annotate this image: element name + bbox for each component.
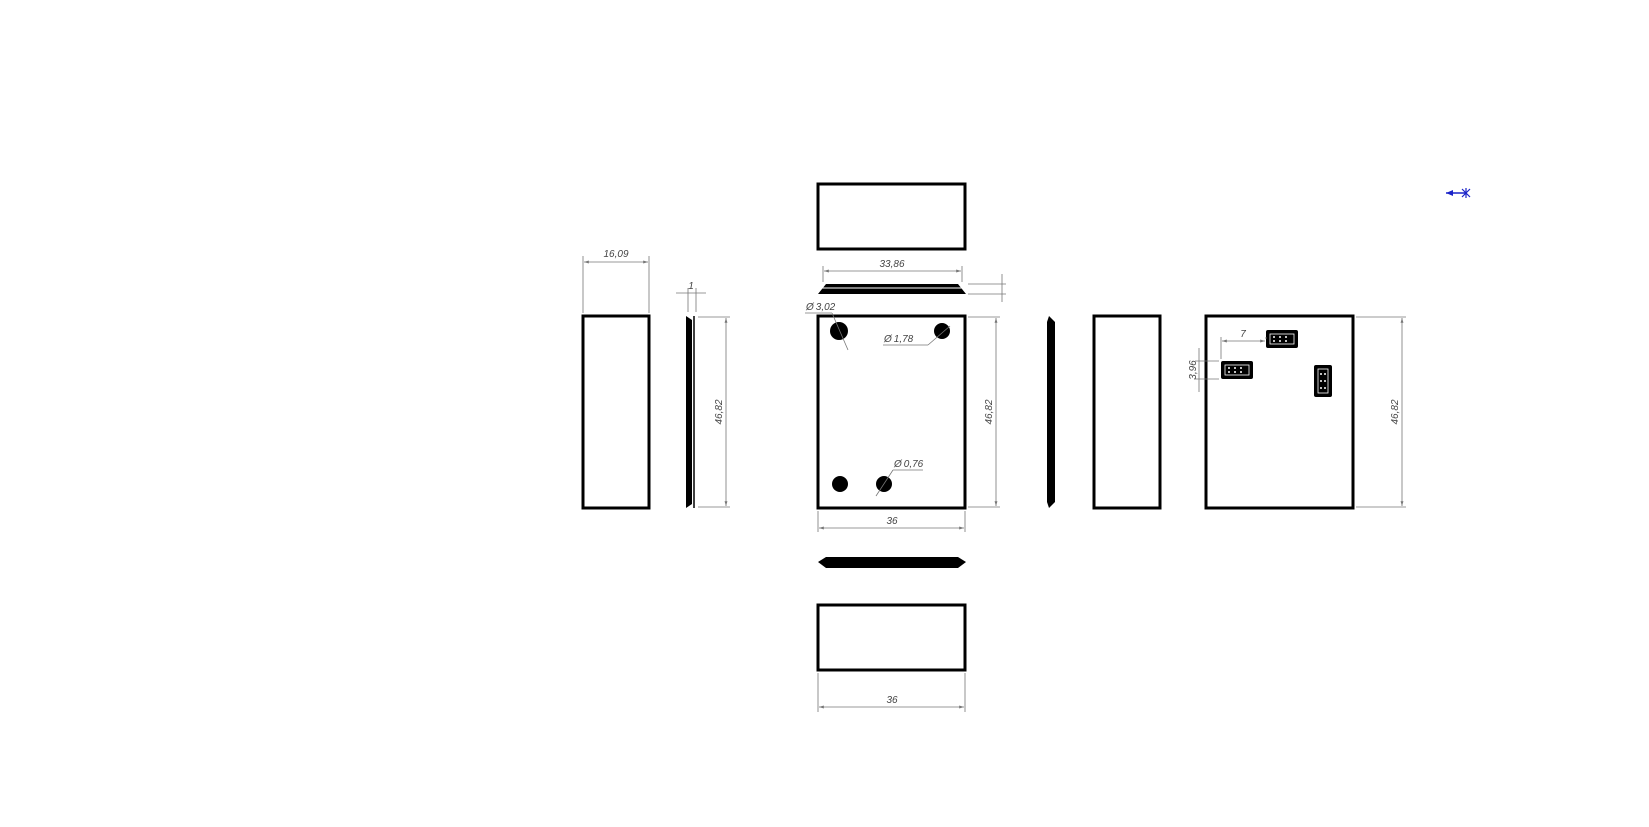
connector-pin bbox=[1324, 373, 1326, 375]
hole-medium bbox=[934, 323, 950, 339]
connector-pin bbox=[1324, 380, 1326, 382]
diameter-symbol: Ø bbox=[883, 334, 893, 345]
hole-medium-value: 1,78 bbox=[894, 334, 914, 345]
connector-pin bbox=[1285, 340, 1287, 342]
thin-view-thickness-dimension: 1 bbox=[688, 281, 694, 292]
diameter-symbol: Ø bbox=[893, 459, 903, 470]
connector-pin bbox=[1285, 336, 1287, 338]
connector-spacing-dimension: 7 bbox=[1240, 329, 1246, 340]
top-view bbox=[816, 182, 967, 251]
thin-panel-profile bbox=[1047, 316, 1055, 508]
hole-bottom-left bbox=[832, 476, 848, 492]
left-side-view: 16,09 bbox=[581, 249, 651, 510]
connector-pin bbox=[1228, 371, 1230, 373]
lid-profile bbox=[818, 284, 966, 294]
connector-body bbox=[1221, 361, 1253, 379]
bottom-view-outline bbox=[816, 603, 967, 672]
connector-pin bbox=[1320, 380, 1322, 382]
connector-body bbox=[1266, 330, 1298, 348]
right-side-view bbox=[1092, 314, 1162, 510]
connector-pin bbox=[1234, 367, 1236, 369]
diameter-symbol: Ø bbox=[805, 302, 815, 313]
lid-width-dimension: 33,86 bbox=[879, 259, 904, 270]
thin-side-view: 1 46,82 bbox=[676, 281, 730, 508]
top-lid-view: 33,86 bbox=[818, 259, 1006, 302]
thin-view-height-dimension: 46,82 bbox=[714, 399, 725, 424]
connector-left bbox=[1221, 361, 1253, 379]
hole-large-value: 3,02 bbox=[816, 302, 836, 313]
hole-medium-dimension: Ø 1,78 bbox=[883, 334, 914, 345]
hole-large-dimension: Ø 3,02 bbox=[805, 302, 836, 313]
origin-marker-icon bbox=[1446, 188, 1471, 198]
connector-pin bbox=[1324, 387, 1326, 389]
connector-top bbox=[1266, 330, 1298, 348]
bottom-view-width-dimension: 36 bbox=[886, 695, 898, 706]
connector-pin bbox=[1234, 371, 1236, 373]
technical-drawing: 16,09 1 46,82 33,86 Ø 3,02 Ø 1,78 Ø 0,76… bbox=[581, 182, 1471, 712]
top-view-outline bbox=[816, 182, 967, 251]
connector-pin bbox=[1240, 367, 1242, 369]
left-view-width-dimension: 16,09 bbox=[603, 249, 628, 260]
marker-arrowhead bbox=[1446, 190, 1453, 196]
connector-pin bbox=[1279, 340, 1281, 342]
back-view: 7 3,96 46,82 bbox=[1188, 314, 1406, 510]
bottom-view: 36 bbox=[816, 603, 967, 712]
connector-pin bbox=[1240, 371, 1242, 373]
thin-panel-profile bbox=[686, 316, 692, 508]
connector-pin bbox=[1228, 367, 1230, 369]
back-view-height-dimension: 46,82 bbox=[1390, 399, 1401, 424]
connector-pin bbox=[1273, 340, 1275, 342]
connector-height-dimension: 3,96 bbox=[1188, 360, 1199, 380]
connector-pin bbox=[1279, 336, 1281, 338]
connector-pin bbox=[1320, 387, 1322, 389]
connector-right bbox=[1314, 365, 1332, 397]
connector-body bbox=[1314, 365, 1332, 397]
front-view-height-dimension: 46,82 bbox=[984, 399, 995, 424]
bottom-profile bbox=[818, 557, 966, 568]
bottom-profile-view bbox=[818, 557, 966, 568]
connector-pin bbox=[1320, 373, 1322, 375]
hole-large bbox=[830, 322, 848, 340]
connector-pin bbox=[1273, 336, 1275, 338]
hole-small-dimension: Ø 0,76 bbox=[893, 459, 924, 470]
front-view-width-dimension: 36 bbox=[886, 516, 898, 527]
right-thin-side-view bbox=[1047, 316, 1055, 508]
front-view: Ø 3,02 Ø 1,78 Ø 0,76 46,82 36 bbox=[805, 302, 1000, 532]
right-side-view-outline bbox=[1092, 314, 1162, 510]
left-side-view-outline bbox=[581, 314, 651, 510]
hole-small-value: 0,76 bbox=[904, 459, 924, 470]
